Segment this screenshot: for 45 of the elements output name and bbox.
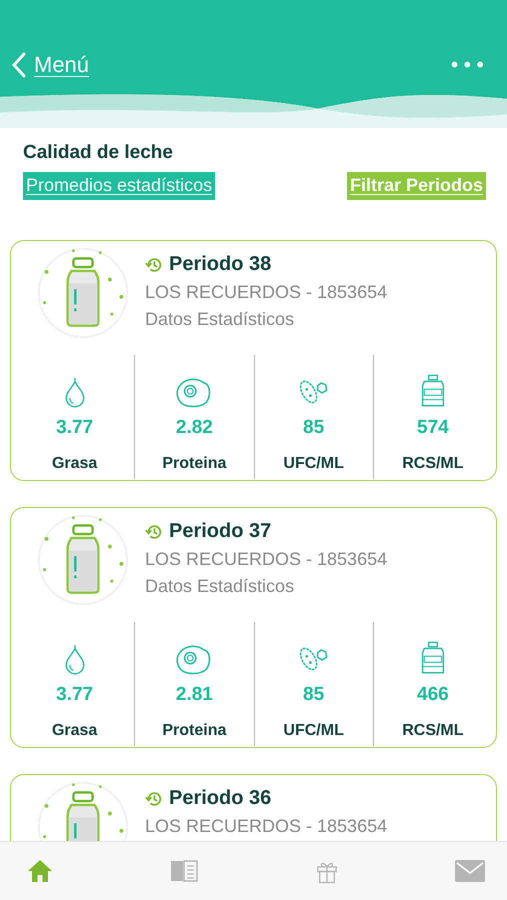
metric-value: 85 [303, 417, 324, 439]
metric-value: 574 [417, 417, 449, 439]
metric-label: UFC/ML [283, 722, 344, 740]
page-title: Calidad de leche [23, 142, 174, 164]
metric-label: RCS/ML [402, 455, 464, 473]
metric-value: 85 [303, 684, 324, 706]
milk-bottle-icon [35, 245, 131, 341]
milk-jug-icon [420, 373, 446, 409]
period-card[interactable]: Periodo 38 LOS RECUERDOS - 1853654 Datos Estadísticos 3.77 Grasa 2.82 Proteina 85 UFC/ML 574 RCS/ML [10, 240, 497, 481]
period-subtitle: Datos Estadísticos [145, 576, 296, 597]
metric-value: 3.77 [56, 684, 94, 706]
farm-name: LOS RECUERDOS - 1853654 [145, 549, 388, 570]
book-tab[interactable] [170, 860, 198, 882]
metric-label: Grasa [52, 455, 98, 473]
farm-name: LOS RECUERDOS - 1853654 [145, 816, 388, 837]
metric-label: UFC/ML [283, 455, 344, 473]
period-title: Periodo 36 [169, 787, 272, 810]
history-icon [145, 790, 163, 808]
metric-label: Proteina [162, 455, 226, 473]
more-button[interactable]: ••• [448, 53, 487, 78]
period-subtitle: Datos Estadísticos [145, 309, 296, 330]
averages-link[interactable]: Promedios estadísticos [23, 172, 216, 200]
home-icon [27, 858, 53, 884]
metric-label: RCS/ML [402, 722, 464, 740]
chevron-left-icon [12, 52, 26, 78]
metric-value: 466 [417, 684, 449, 706]
history-icon [145, 256, 163, 274]
metric-value: 3.77 [56, 417, 94, 439]
metric-value: 2.81 [176, 684, 213, 706]
period-card[interactable]: Periodo 37 LOS RECUERDOS - 1853654 Datos Estadísticos 3.77 Grasa 2.81 Proteina 85 UFC/ML 466 RCS/ML [10, 507, 497, 748]
mail-tab[interactable] [454, 859, 485, 883]
filter-link[interactable]: Filtrar Periodos [346, 172, 486, 200]
mail-icon [454, 859, 485, 883]
back-link[interactable]: Menú [12, 52, 90, 78]
farm-name: LOS RECUERDOS - 1853654 [145, 282, 388, 303]
milk-jug-icon [420, 640, 446, 676]
metric-label: Proteina [162, 722, 226, 740]
period-title: Periodo 38 [169, 253, 272, 276]
metric-value: 2.82 [176, 417, 213, 439]
book-icon [170, 860, 198, 882]
milk-bottle-icon [35, 512, 131, 608]
home-tab[interactable] [27, 858, 53, 884]
history-icon [145, 522, 163, 540]
period-title: Periodo 37 [169, 520, 272, 543]
metric-label: Grasa [52, 722, 98, 740]
